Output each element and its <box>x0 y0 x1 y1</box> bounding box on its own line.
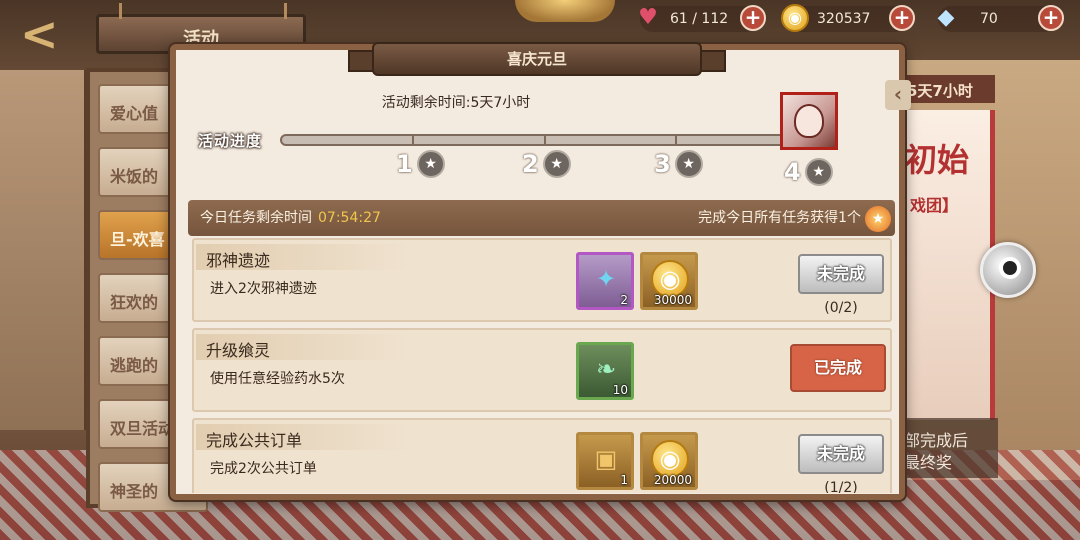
task-row: 邪神遗迹 进入2次邪神遗迹 ✦ 2 ◉ 30000 未完成 (0/2) <box>192 238 892 322</box>
gold-value: 320537 <box>817 11 871 27</box>
progress-tick <box>675 134 677 146</box>
event-panel: 喜庆元旦 ‹ 活动剩余时间:5天7小时 活动进度 1 ★ 2 ★ 3 ★ 4 ★… <box>170 42 911 500</box>
task-title: 邪神遗迹 <box>196 244 411 270</box>
reward-quantity: 30000 <box>653 293 692 307</box>
task-progress-count: (1/2) <box>824 480 858 493</box>
event-remaining-time: 活动剩余时间:5天7小时 <box>381 95 531 111</box>
star-medal-icon: ★ <box>804 158 833 186</box>
panel-title: 喜庆元旦 <box>348 42 726 76</box>
reward-quantity: 10 <box>612 383 628 397</box>
back-button[interactable]: < <box>20 11 90 58</box>
task-row: 完成公共订单 完成2次公共订单 ▣ 1 ◉ 20000 未完成 (1/2) <box>192 418 892 493</box>
milestone-1[interactable]: 1 ★ <box>396 150 445 178</box>
reward-quantity: 1 <box>620 473 628 487</box>
task-row: 升级飨灵 使用任意经验药水5次 ❧ 10 已完成 <box>192 328 892 412</box>
poster-headline: 初始 <box>905 141 970 179</box>
progress-label: 活动进度 <box>198 132 263 150</box>
daily-remaining-label: 今日任务剩余时间 <box>200 210 312 226</box>
flame-star-icon[interactable]: ★ <box>865 206 891 232</box>
gold-coin-icon: ◉ <box>781 4 809 32</box>
reward-quantity: 20000 <box>653 473 692 487</box>
reward-item[interactable]: ◉ 20000 <box>640 432 698 490</box>
reward-quantity: 2 <box>620 293 628 307</box>
daily-timer: 07:54:27 <box>318 210 381 226</box>
stamina-value: 61 / 112 <box>670 11 729 27</box>
progress-tick <box>544 134 546 146</box>
resource-crystal: ◆ 70 + <box>938 5 1064 32</box>
crystal-value: 70 <box>980 11 998 27</box>
task-title: 升级飨灵 <box>196 334 411 360</box>
task-description: 使用任意经验药水5次 <box>210 371 345 387</box>
plaque-rope <box>119 3 122 19</box>
daily-reward-label: 完成今日所有任务获得1个 <box>698 210 861 226</box>
task-title: 完成公共订单 <box>196 424 411 450</box>
star-medal-icon: ★ <box>674 150 703 178</box>
milestone-2[interactable]: 2 ★ <box>522 150 571 178</box>
task-list[interactable]: 邪神遗迹 进入2次邪神遗迹 ✦ 2 ◉ 30000 未完成 (0/2) 升级飨灵… <box>188 238 895 493</box>
reward-item[interactable]: ❧ 10 <box>576 342 634 400</box>
daily-task-bar: 今日任务剩余时间 07:54:27 完成今日所有任务获得1个 ★ <box>188 200 895 236</box>
reward-item[interactable]: ◉ 30000 <box>640 252 698 310</box>
add-stamina-button[interactable]: + <box>740 5 766 31</box>
event-progress-bar <box>280 134 792 146</box>
magnifier-icon <box>999 257 1021 279</box>
plaque-rope <box>284 3 287 19</box>
reward-item[interactable]: ✦ 2 <box>576 252 634 310</box>
milestone-4[interactable]: 4 ★ <box>784 158 833 186</box>
task-description: 完成2次公共订单 <box>210 461 317 477</box>
milestone-number: 4 <box>784 158 801 186</box>
milestone-number: 1 <box>396 150 413 178</box>
daily-timer-label: 今日任务剩余时间 07:54:27 <box>200 200 381 236</box>
magnifier-button[interactable] <box>980 242 1036 298</box>
resource-gold: ◉ 320537 + <box>781 4 915 32</box>
background-window <box>0 70 90 430</box>
task-incomplete-button[interactable]: 未完成 <box>798 254 884 294</box>
task-progress-count: (0/2) <box>824 300 858 316</box>
milestone-number: 3 <box>654 150 671 178</box>
portrait-face <box>794 104 824 138</box>
progress-tick <box>412 134 414 146</box>
add-crystal-button[interactable]: + <box>1038 5 1064 31</box>
ceiling-lamp <box>515 0 615 22</box>
add-gold-button[interactable]: + <box>889 5 915 31</box>
task-complete-button[interactable]: 已完成 <box>790 344 886 392</box>
character-portrait-icon[interactable] <box>780 92 838 150</box>
resource-stamina: ♥ 61 / 112 + <box>638 5 766 32</box>
crystal-icon: ◆ <box>937 5 955 30</box>
milestone-number: 2 <box>522 150 539 178</box>
task-description: 进入2次邪神遗迹 <box>210 281 317 297</box>
task-incomplete-button[interactable]: 未完成 <box>798 434 884 474</box>
milestone-3[interactable]: 3 ★ <box>654 150 703 178</box>
star-medal-icon: ★ <box>416 150 445 178</box>
event-banner: 5天7小时 <box>905 75 995 103</box>
reward-item[interactable]: ▣ 1 <box>576 432 634 490</box>
poster-footer: 部完成后 最终奖 <box>898 418 998 478</box>
close-button[interactable]: ‹ <box>885 80 911 110</box>
star-medal-icon: ★ <box>542 150 571 178</box>
poster-subline: 戏团】 <box>910 196 959 215</box>
heart-icon: ♥ <box>638 5 658 30</box>
